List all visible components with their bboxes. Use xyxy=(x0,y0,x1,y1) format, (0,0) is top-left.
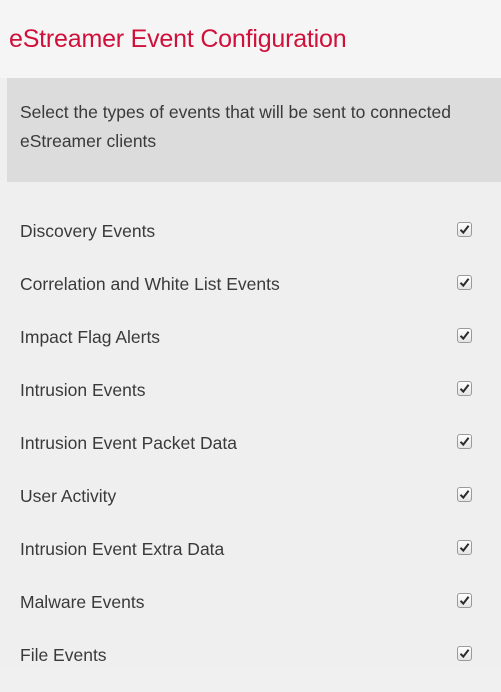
event-row-extra-data: Intrusion Event Extra Data xyxy=(0,533,501,586)
event-label: File Events xyxy=(20,645,107,665)
event-type-list: Discovery Events Correlation and White L… xyxy=(0,215,501,692)
event-row-malware: Malware Events xyxy=(0,586,501,639)
event-label: Intrusion Event Extra Data xyxy=(20,539,225,559)
checkmark-icon xyxy=(459,543,470,553)
event-row-impact-flag: Impact Flag Alerts xyxy=(0,321,501,374)
page-title: eStreamer Event Configuration xyxy=(9,25,347,53)
checkmark-icon xyxy=(459,384,470,394)
impact-flag-alerts-checkbox[interactable] xyxy=(457,328,472,343)
event-row-user-activity: User Activity xyxy=(0,480,501,533)
checkmark-icon xyxy=(459,596,470,606)
description-text: Select the types of events that will be … xyxy=(20,102,451,151)
discovery-events-checkbox[interactable] xyxy=(457,222,472,237)
file-events-checkbox[interactable] xyxy=(457,646,472,661)
intrusion-extra-data-checkbox[interactable] xyxy=(457,540,472,555)
description-box: Select the types of events that will be … xyxy=(7,78,501,182)
event-row-discovery: Discovery Events xyxy=(0,215,501,268)
correlation-events-checkbox[interactable] xyxy=(457,275,472,290)
event-label: User Activity xyxy=(20,486,117,506)
checkmark-icon xyxy=(459,649,470,659)
event-row-packet-data: Intrusion Event Packet Data xyxy=(0,427,501,480)
checkmark-icon xyxy=(459,437,470,447)
event-label: Discovery Events xyxy=(20,221,156,241)
intrusion-packet-data-checkbox[interactable] xyxy=(457,434,472,449)
estreamer-config-panel: eStreamer Event Configuration Select the… xyxy=(0,0,501,668)
event-label: Intrusion Events xyxy=(20,380,146,400)
intrusion-events-checkbox[interactable] xyxy=(457,381,472,396)
checkmark-icon xyxy=(459,331,470,341)
event-label: Impact Flag Alerts xyxy=(20,327,161,347)
title-bar: eStreamer Event Configuration xyxy=(0,0,501,78)
event-row-correlation: Correlation and White List Events xyxy=(0,268,501,321)
event-label: Correlation and White List Events xyxy=(20,274,280,294)
event-row-intrusion: Intrusion Events xyxy=(0,374,501,427)
event-label: Intrusion Event Packet Data xyxy=(20,433,237,453)
malware-events-checkbox[interactable] xyxy=(457,593,472,608)
checkmark-icon xyxy=(459,225,470,235)
checkmark-icon xyxy=(459,278,470,288)
event-row-file: File Events xyxy=(0,639,501,692)
checkmark-icon xyxy=(459,490,470,500)
user-activity-checkbox[interactable] xyxy=(457,487,472,502)
event-label: Malware Events xyxy=(20,592,145,612)
